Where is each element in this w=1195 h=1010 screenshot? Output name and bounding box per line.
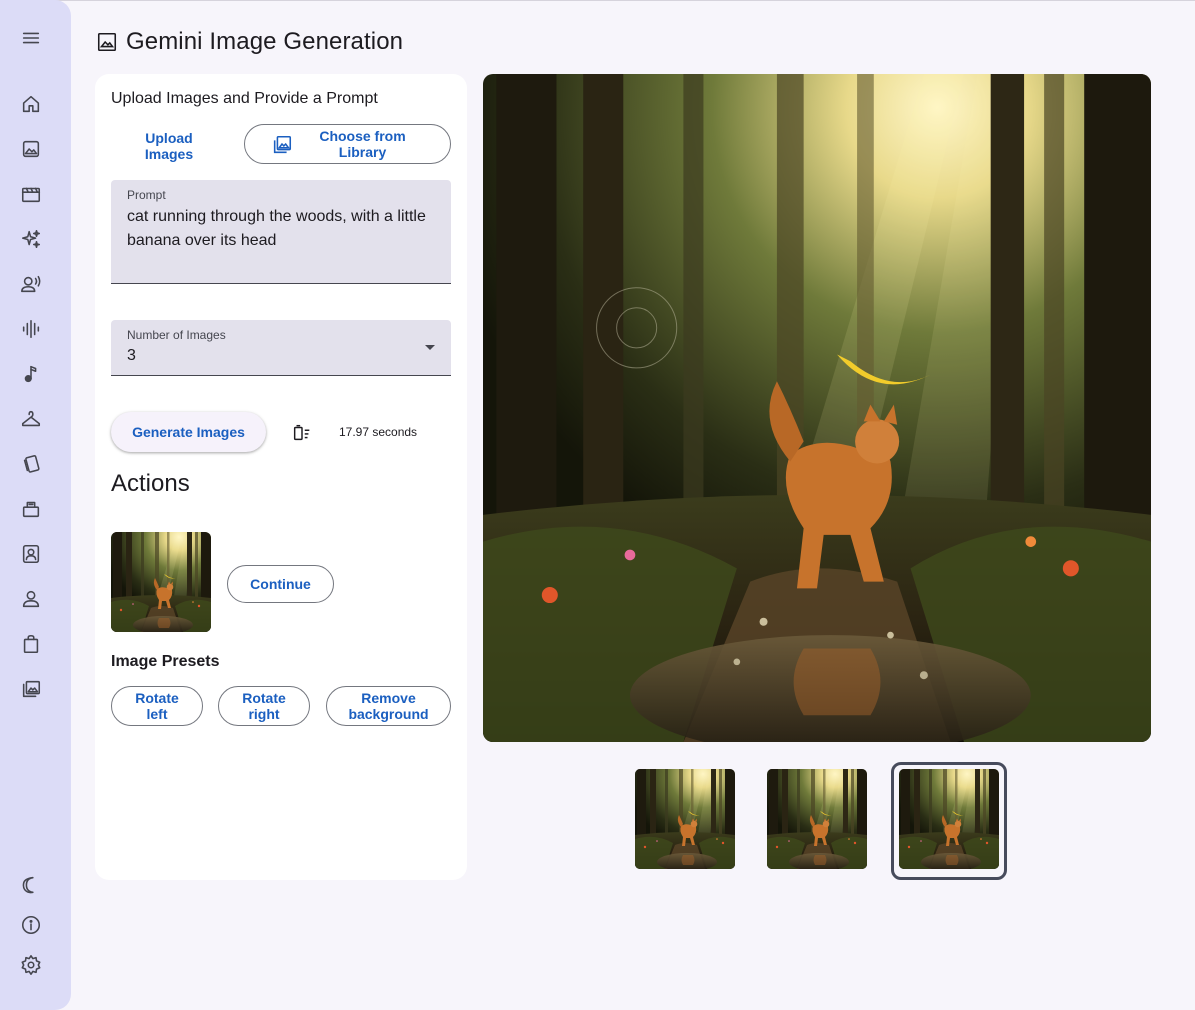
preset-label: Rotate left [135, 690, 179, 722]
page-header: Gemini Image Generation [96, 26, 403, 58]
audio-wave-icon [22, 319, 40, 339]
nav-home[interactable] [13, 86, 49, 122]
nav-magic[interactable] [13, 221, 49, 257]
top-divider [0, 0, 1195, 1]
nav-video[interactable] [13, 176, 49, 212]
preset-label: Remove background [348, 690, 429, 722]
music-note-icon [24, 365, 37, 383]
dropdown-arrow-icon [425, 345, 435, 350]
nav-voice[interactable] [13, 266, 49, 302]
storyboard-icon [22, 501, 40, 518]
control-panel: Upload Images and Provide a Prompt Uploa… [95, 74, 467, 880]
nav-try-on[interactable] [13, 401, 49, 437]
preset-rotate-right-button[interactable]: Rotate right [218, 686, 310, 726]
prompt-input[interactable]: cat running through the woods, with a li… [127, 205, 437, 253]
image-thumbnail[interactable] [767, 769, 867, 869]
shopping-bag-icon [23, 634, 39, 654]
choose-from-library-label: Choose from Library [319, 128, 406, 160]
preset-remove-background-button[interactable]: Remove background [326, 686, 451, 726]
info-icon [21, 915, 41, 935]
preset-label: Rotate right [242, 690, 286, 722]
image-thumbnail-selected[interactable] [899, 769, 999, 869]
nav-audio[interactable] [13, 311, 49, 347]
menu-icon [22, 32, 40, 44]
info-button[interactable] [13, 907, 49, 943]
image-icon [22, 140, 40, 158]
voice-icon [21, 275, 41, 293]
preset-rotate-left-button[interactable]: Rotate left [111, 686, 203, 726]
nav-library[interactable] [13, 671, 49, 707]
number-of-images-select[interactable]: Number of Images 3 [111, 320, 451, 376]
nav-portrait[interactable] [13, 536, 49, 572]
settings-icon [21, 955, 41, 975]
upload-images-button[interactable]: Upload Images [129, 128, 209, 164]
generate-images-button[interactable]: Generate Images [111, 412, 266, 452]
actions-title: Actions [111, 470, 190, 497]
image-presets-title: Image Presets [111, 653, 220, 670]
number-of-images-label: Number of Images [127, 328, 226, 342]
nav-image[interactable] [13, 131, 49, 167]
nav-shopping[interactable] [13, 626, 49, 662]
nav-storyboard[interactable] [13, 491, 49, 527]
continue-button[interactable]: Continue [227, 565, 334, 603]
dark-mode-toggle[interactable] [13, 867, 49, 903]
sidebar [0, 0, 71, 1010]
number-of-images-value: 3 [127, 347, 136, 364]
page-title: Gemini Image Generation [126, 28, 404, 55]
photo-library-icon [22, 680, 41, 698]
timer-icon [291, 422, 313, 444]
home-icon [22, 95, 40, 113]
menu-button[interactable] [13, 20, 49, 56]
nav-cards[interactable] [13, 446, 49, 482]
photo-library-icon [271, 134, 293, 159]
nav-profile[interactable] [13, 581, 49, 617]
settings-button[interactable] [13, 947, 49, 983]
prompt-field[interactable]: Prompt cat running through the woods, wi… [111, 180, 451, 284]
nav-music[interactable] [13, 356, 49, 392]
panel-heading: Upload Images and Provide a Prompt [111, 90, 378, 107]
sparkle-icon [21, 229, 41, 249]
image-thumbnail[interactable] [635, 769, 735, 869]
selected-image-thumbnail [111, 532, 211, 632]
dark-mode-icon [22, 876, 34, 894]
cards-icon [23, 455, 40, 473]
portrait-icon [22, 544, 40, 564]
elapsed-time: 17.97 seconds [339, 425, 418, 439]
person-icon [22, 590, 40, 608]
choose-from-library-button[interactable]: Choose from Library [244, 124, 451, 164]
generated-image-preview [483, 74, 1151, 742]
movie-icon [21, 187, 41, 203]
image-icon [97, 32, 117, 52]
hanger-icon [21, 410, 41, 427]
prompt-label: Prompt [127, 188, 166, 202]
